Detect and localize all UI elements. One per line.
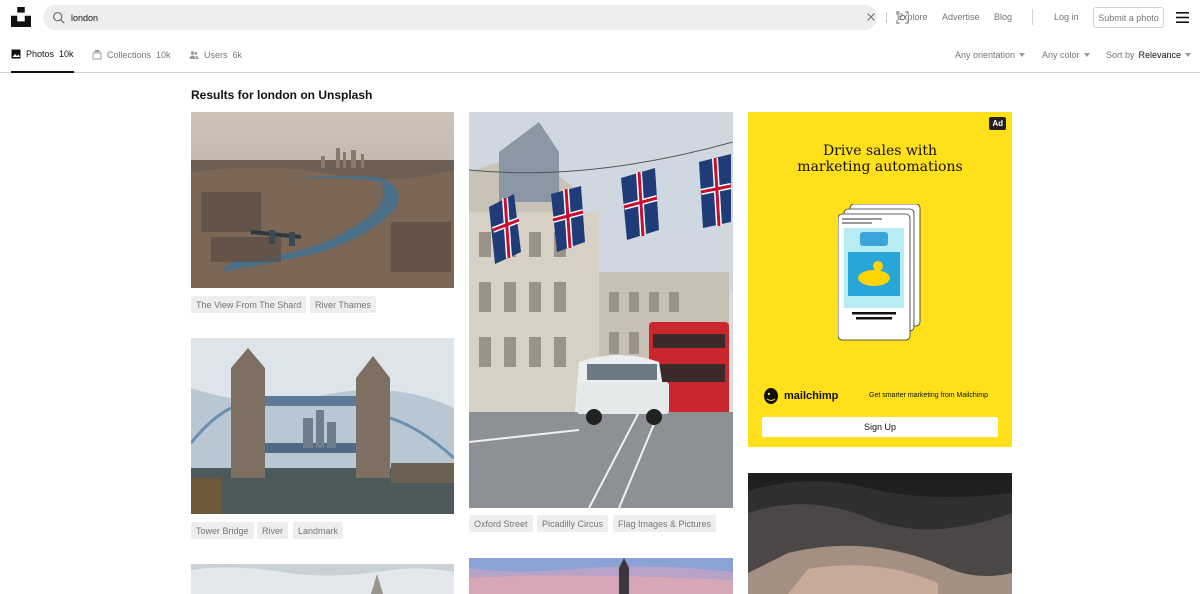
chevron-down-icon	[1083, 53, 1090, 57]
login-link[interactable]: Log in	[1054, 12, 1079, 22]
photo-image	[191, 564, 454, 594]
photo-image	[748, 473, 1012, 594]
sponsored-ad[interactable]: Ad Drive sales with marketing automation…	[748, 112, 1012, 447]
ad-brand-name: mailchimp	[784, 390, 839, 402]
chevron-down-icon	[1019, 53, 1026, 57]
clear-search-icon[interactable]	[865, 11, 877, 23]
ad-badge: Ad	[989, 117, 1006, 130]
hamburger-menu-icon[interactable]	[1176, 12, 1189, 23]
photo-london-skyline[interactable]	[191, 564, 454, 594]
tag-chip[interactable]: Oxford Street	[469, 515, 533, 532]
tag-chip[interactable]: Landmark	[293, 522, 344, 539]
chevron-down-icon	[1185, 53, 1192, 57]
ad-signup-button[interactable]: Sign Up	[762, 417, 998, 437]
tab-photos-label: Photos	[26, 48, 55, 59]
tag-chip[interactable]: River Thames	[310, 296, 376, 313]
collections-icon	[92, 49, 102, 59]
tab-users[interactable]: Users 6k	[189, 36, 242, 73]
nav-blog-link[interactable]: Blog	[994, 12, 1012, 22]
nav-divider	[1032, 9, 1033, 25]
sort-value: Relevance	[1138, 50, 1182, 60]
photo-image	[469, 112, 733, 508]
ad-tagline: Get smarter marketing from Mailchimp	[869, 392, 989, 399]
tag-chip[interactable]: Picadilly Circus	[537, 515, 609, 532]
sort-prefix: Sort by	[1106, 50, 1135, 60]
search-bar[interactable]	[43, 5, 909, 30]
tab-photos[interactable]: Photos 10k	[11, 36, 74, 73]
ad-brand: mailchimp	[762, 386, 838, 406]
orientation-filter-label: Any orientation	[955, 50, 1016, 60]
search-tabs-bar: Photos 10k Collections 10k Users 6k Any …	[0, 36, 1200, 73]
tag-chip[interactable]: River	[257, 522, 289, 539]
tag-chip[interactable]: Flag Images & Pictures	[613, 515, 717, 532]
tab-users-count: 6k	[232, 49, 243, 60]
mailchimp-logo-icon	[764, 388, 778, 404]
submit-photo-button[interactable]: Submit a photo	[1093, 7, 1164, 28]
results-heading: Results for london on Unsplash	[191, 88, 373, 102]
tag-chip[interactable]: The View From The Shard	[191, 296, 307, 313]
photo-image	[469, 558, 733, 594]
ad-phone-illustration	[838, 204, 921, 341]
search-icon[interactable]	[52, 11, 65, 24]
photo-image	[191, 112, 454, 288]
search-input[interactable]	[71, 7, 811, 28]
nav-explore-link[interactable]: Explore	[897, 12, 928, 22]
photo-tower-bridge[interactable]	[191, 338, 454, 514]
tab-photos-count: 10k	[59, 48, 74, 59]
users-icon	[189, 50, 199, 59]
unsplash-logo-icon[interactable]	[11, 7, 31, 27]
tab-users-label: Users	[204, 49, 228, 60]
sort-filter[interactable]: Sort by Relevance	[1106, 50, 1192, 60]
photo-image	[191, 338, 454, 514]
ad-headline: Drive sales with marketing automations	[797, 143, 963, 175]
photo-icon	[11, 49, 21, 58]
orientation-filter[interactable]: Any orientation	[955, 50, 1026, 60]
photo-thames-aerial[interactable]	[191, 112, 454, 288]
tab-collections[interactable]: Collections 10k	[92, 36, 171, 73]
tab-collections-count: 10k	[156, 49, 171, 60]
color-filter[interactable]: Any color	[1042, 50, 1090, 60]
tab-collections-label: Collections	[107, 49, 152, 60]
top-header: Explore Advertise Blog Log in Submit a p…	[0, 0, 1200, 36]
photo-cloudy-sky[interactable]	[748, 473, 1012, 594]
photo-big-ben[interactable]	[469, 558, 733, 594]
search-divider	[886, 12, 887, 23]
nav-advertise-link[interactable]: Advertise	[942, 12, 980, 22]
color-filter-label: Any color	[1042, 50, 1080, 60]
photo-oxford-street[interactable]	[469, 112, 733, 508]
tag-chip[interactable]: Tower Bridge	[191, 522, 254, 539]
